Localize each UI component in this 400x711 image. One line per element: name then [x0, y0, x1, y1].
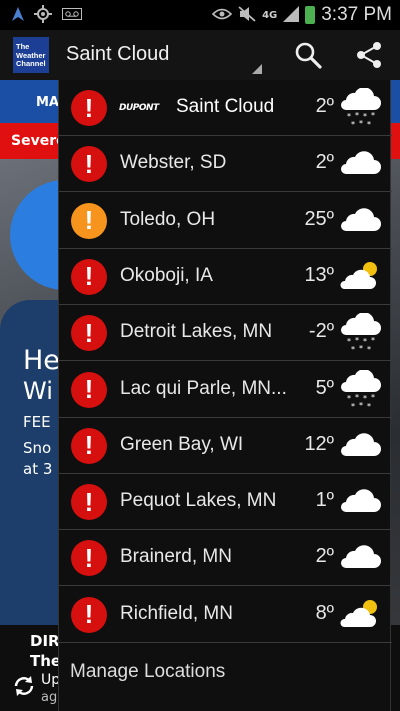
partly-cloudy-icon [338, 595, 382, 635]
location-temperature: 5º [315, 376, 334, 399]
mute-icon [238, 5, 256, 25]
warning-alert-icon[interactable]: ! [71, 90, 107, 126]
cloud-icon [338, 482, 382, 522]
location-temperature: 2º [315, 95, 334, 117]
svg-text:*: * [359, 119, 363, 128]
location-name: Okoboji, IA [120, 264, 213, 286]
location-row[interactable]: ! Lac qui Parle, MN... 5º * * * * * * * [59, 362, 392, 418]
location-row[interactable]: ! Toledo, OH 25º [59, 193, 392, 249]
warning-alert-icon[interactable]: ! [71, 540, 107, 577]
status-bar: 4G 3:37 PM [0, 0, 400, 30]
warning-alert-icon[interactable]: ! [71, 484, 107, 521]
location-temperature: 25º [304, 207, 334, 230]
headline-line-2: Wi [23, 377, 53, 405]
share-icon[interactable] [354, 40, 384, 70]
svg-text:*: * [371, 111, 375, 120]
warning-alert-icon[interactable]: ! [71, 258, 107, 295]
location-row[interactable]: ! DUPONT Saint Cloud 2º * * * * * * * [59, 80, 392, 136]
cloud-icon [338, 426, 382, 466]
location-temperature: 13º [304, 263, 334, 286]
location-row[interactable]: ! Richfield, MN 8º [59, 587, 392, 643]
headline-line-1: He [23, 345, 60, 376]
dropdown-indicator-icon [252, 64, 262, 74]
location-temperature: 2º [315, 151, 334, 174]
location-temperature: 1º [315, 489, 334, 512]
location-name: Webster, SD [120, 152, 227, 174]
search-icon[interactable] [293, 40, 323, 70]
bottom-label-2: The [30, 652, 62, 670]
warning-alert-icon[interactable]: ! [71, 315, 107, 352]
navigation-arrow-icon [12, 6, 24, 24]
background-nav-label: MA [36, 95, 59, 110]
svg-text:*: * [371, 393, 375, 402]
location-name: Detroit Lakes, MN [120, 321, 273, 343]
clock: 3:37 PM [321, 4, 392, 25]
snow-cloud-icon: * * * * * * * [338, 368, 382, 411]
location-name: Toledo, OH [120, 208, 216, 230]
svg-text:*: * [367, 120, 371, 128]
bottom-label-4: ag [41, 690, 58, 705]
location-name: Pequot Lakes, MN [120, 490, 277, 512]
location-name: Green Bay, WI [120, 433, 244, 455]
location-row[interactable]: ! Brainerd, MN 2º [59, 530, 392, 587]
eye-icon [211, 8, 233, 23]
battery-icon [305, 6, 316, 24]
svg-text:*: * [359, 344, 363, 353]
location-temperature: 12º [304, 432, 334, 455]
location-row[interactable]: ! Pequot Lakes, MN 1º [59, 474, 392, 531]
time-text: at 3 [23, 460, 53, 478]
location-dropdown: ! Richfield, MN 8º! Brainerd, MN 2º! Pequot L… [58, 80, 392, 711]
voicemail-icon [62, 7, 82, 23]
location-name: Lac qui Parle, MN... [120, 377, 287, 399]
svg-text:*: * [359, 401, 363, 410]
feels-like-label: FEE [23, 413, 51, 431]
sponsor-logo: DUPONT [119, 103, 159, 113]
current-location-title: Saint Cloud [66, 42, 170, 65]
svg-text:*: * [367, 402, 371, 410]
warning-alert-icon[interactable]: ! [71, 427, 107, 464]
location-selector[interactable]: Saint Cloud [58, 30, 266, 78]
location-temperature: -2º [308, 320, 334, 343]
weather-channel-logo[interactable]: The Weather Channel [13, 37, 49, 73]
warning-alert-icon[interactable]: ! [71, 596, 107, 633]
location-temperature: 2º [315, 545, 334, 568]
snow-text: Sno [23, 439, 52, 457]
bottom-label-1: DIR [30, 632, 60, 650]
location-row[interactable]: ! Detroit Lakes, MN -2º * * * * * * * [59, 305, 392, 362]
manage-locations-label: Manage Locations [70, 661, 226, 682]
advisory-alert-icon[interactable]: ! [71, 202, 107, 239]
svg-text:*: * [367, 345, 371, 353]
location-row[interactable]: ! Green Bay, WI 12º [59, 418, 392, 474]
location-name: Saint Cloud [176, 96, 275, 117]
svg-text:*: * [351, 345, 355, 353]
location-name: Brainerd, MN [120, 546, 232, 568]
signal-icon [283, 5, 300, 25]
svg-text:*: * [371, 336, 375, 345]
location-name: Richfield, MN [120, 602, 233, 624]
warning-alert-icon[interactable]: ! [71, 146, 107, 183]
location-row[interactable]: ! Webster, SD 2º [59, 136, 392, 193]
warning-alert-icon[interactable]: ! [71, 371, 107, 408]
refresh-icon[interactable] [12, 674, 36, 698]
cloud-icon [338, 144, 382, 184]
svg-text:*: * [351, 120, 355, 128]
cloud-icon [338, 201, 382, 241]
snow-cloud-icon: * * * * * * * [338, 87, 382, 129]
manage-locations-button[interactable]: Manage Locations [59, 643, 392, 711]
svg-text:*: * [351, 402, 355, 410]
partly-cloudy-icon [338, 257, 382, 297]
gps-icon [34, 4, 52, 26]
network-type: 4G [262, 9, 278, 21]
logo-text: The Weather Channel [16, 42, 46, 68]
snow-cloud-icon: * * * * * * * [338, 312, 382, 354]
action-bar: The Weather Channel Saint Cloud [0, 30, 400, 80]
location-row[interactable]: ! Okoboji, IA 13º [59, 249, 392, 305]
cloud-icon [338, 538, 382, 578]
location-temperature: 8º [315, 601, 334, 624]
